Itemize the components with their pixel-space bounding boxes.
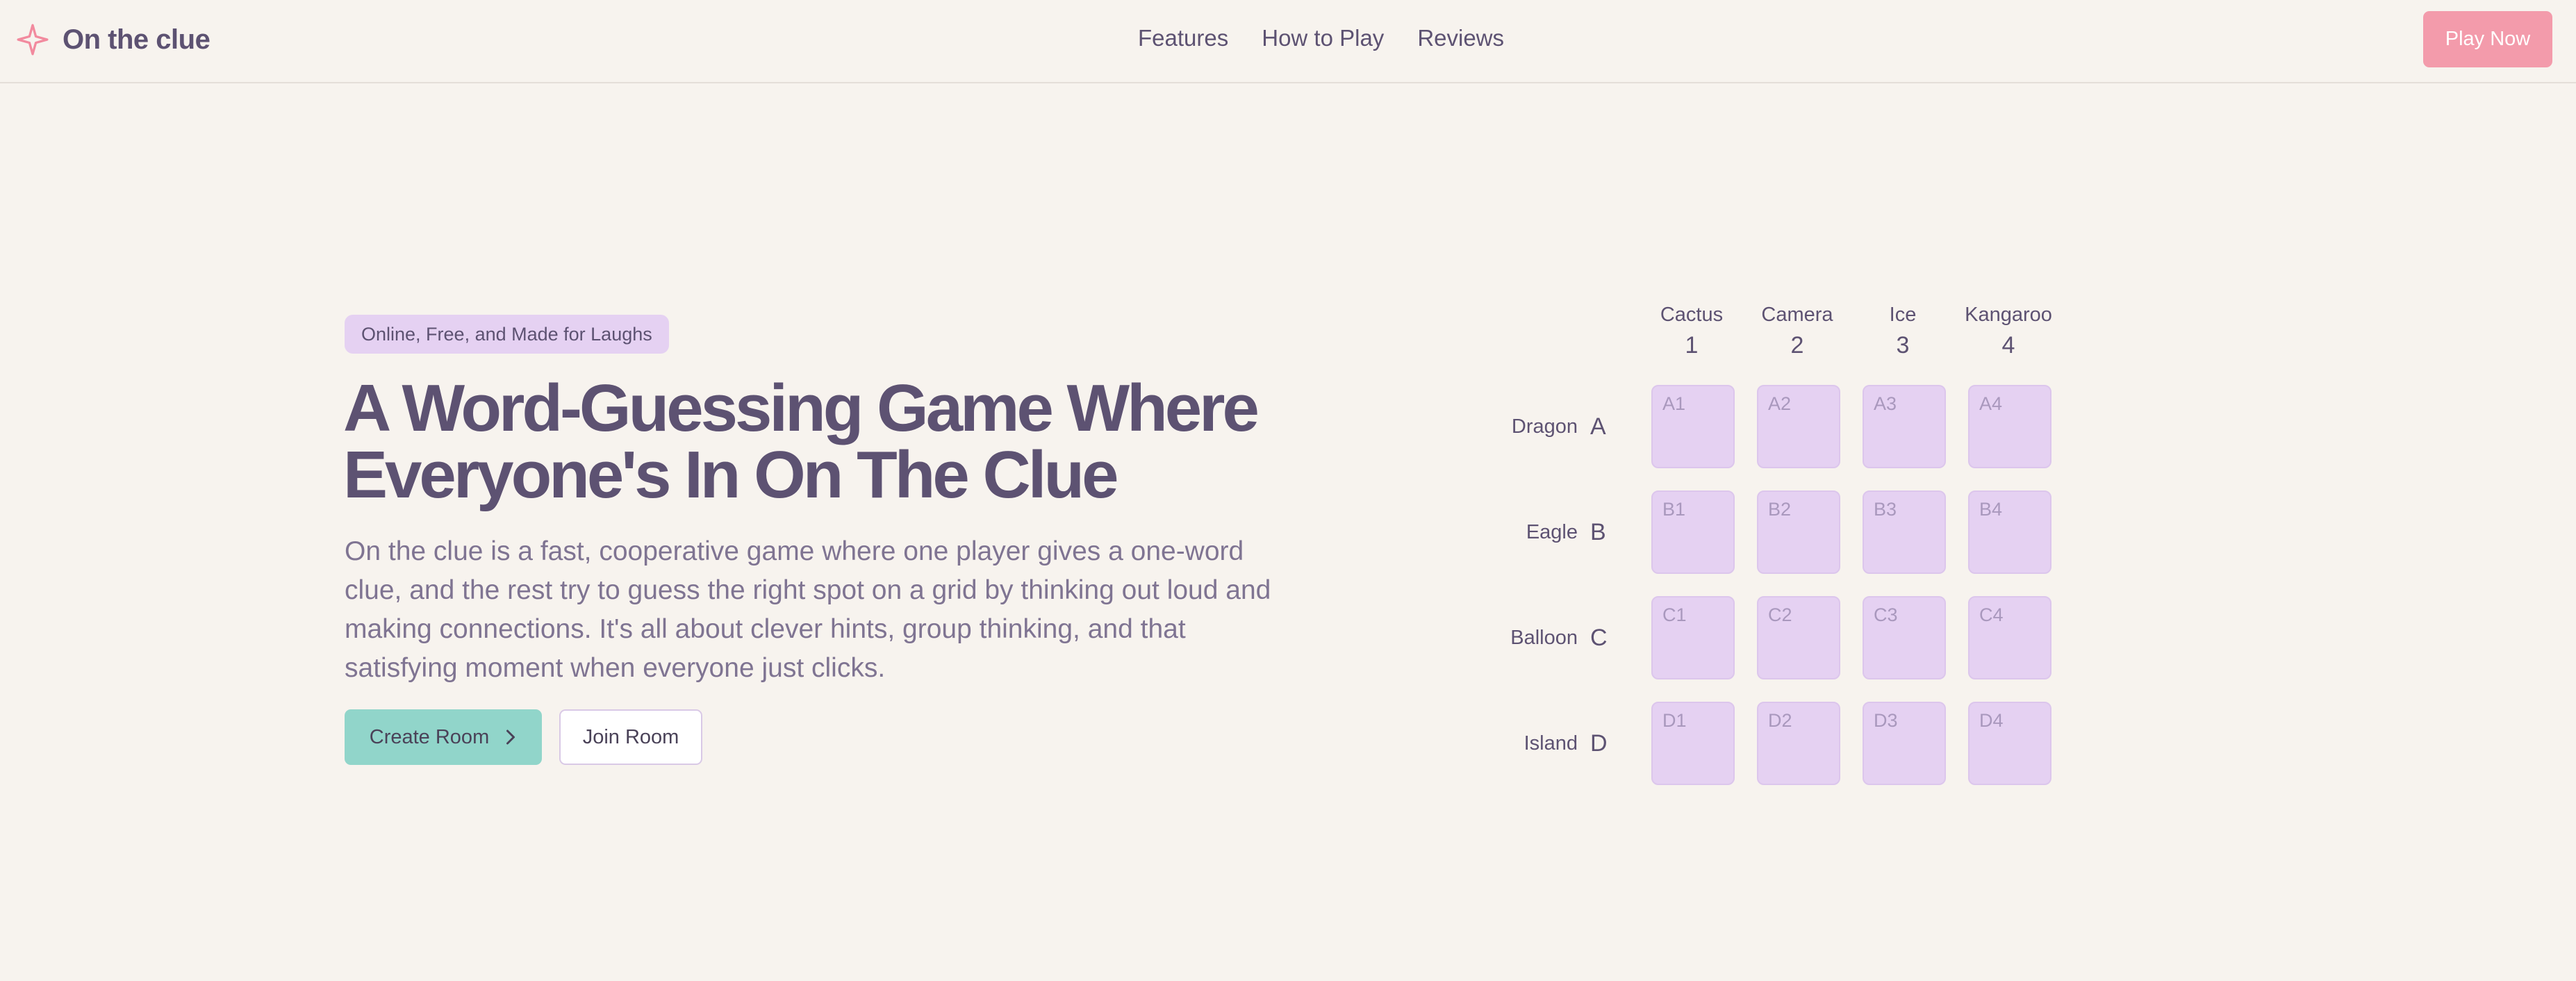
column-number: 3 [1896,332,1910,358]
create-room-label: Create Room [369,725,490,748]
row-header-a: Dragon A [1508,385,1608,468]
grid-cell-c3[interactable]: C3 [1863,596,1946,679]
cell-label: B1 [1662,499,1686,520]
word-grid: Cactus 1 Camera 2 Ice 3 Kangaroo 4 Drago… [1508,300,2063,786]
column-header-1: Cactus 1 [1646,300,1737,361]
cell-label: A1 [1662,393,1686,414]
hero-title-line-2: Everyone's In On The Clue [343,438,1118,512]
tagline-badge: Online, Free, and Made for Laughs [345,315,669,354]
row-letter: D [1590,729,1608,757]
row-letter: B [1590,518,1606,545]
logo-text: On the clue [63,24,210,55]
cell-label: D2 [1768,710,1792,731]
column-word: Kangaroo [1965,304,2052,326]
grid-cell-b3[interactable]: B3 [1863,490,1946,574]
logo[interactable]: On the clue [15,21,210,58]
grid-cell-a4[interactable]: A4 [1968,385,2051,468]
grid-cell-b2[interactable]: B2 [1757,490,1840,574]
row-header-d: Island D [1508,702,1608,785]
row-word: Dragon [1511,415,1578,438]
column-number: 2 [1790,332,1804,358]
cell-label: A3 [1874,393,1897,414]
cell-label: B2 [1768,499,1792,520]
cell-label: D4 [1979,710,2004,731]
grid-cell-d4[interactable]: D4 [1968,702,2051,785]
cell-label: D1 [1662,710,1687,731]
grid-cell-b1[interactable]: B1 [1651,490,1735,574]
grid-cell-d2[interactable]: D2 [1757,702,1840,785]
cell-label: C2 [1768,604,1792,625]
row-word: Eagle [1526,520,1578,543]
nav-link-reviews[interactable]: Reviews [1417,25,1504,51]
join-room-button[interactable]: Join Room [559,709,702,765]
column-word: Cactus [1660,304,1724,326]
column-header-4: Kangaroo 4 [1963,300,2054,361]
row-word: Balloon [1510,626,1578,649]
row-letter: A [1590,413,1606,440]
cell-label: C4 [1979,604,2004,625]
grid-cell-c4[interactable]: C4 [1968,596,2051,679]
grid-cell-a3[interactable]: A3 [1863,385,1946,468]
hero-actions: Create Room Join Room [345,709,702,765]
nav-link-features[interactable]: Features [1138,25,1228,51]
hero-title: A Word-Guessing Game Where Everyone's In… [343,375,1316,509]
grid-cell-d3[interactable]: D3 [1863,702,1946,785]
cell-label: A4 [1979,393,2003,414]
row-header-b: Eagle B [1508,490,1608,574]
row-word: Island [1524,732,1578,755]
cell-label: B4 [1979,499,2003,520]
column-header-3: Ice 3 [1858,300,1948,361]
create-room-button[interactable]: Create Room [345,709,542,765]
cell-label: C3 [1874,604,1898,625]
column-word: Ice [1889,304,1917,326]
top-nav-bar: On the clue Features How to Play Reviews… [0,0,2576,83]
main-nav: Features How to Play Reviews [1138,25,1504,51]
hero-description: On the clue is a fast, cooperative game … [345,536,1271,683]
sparkle-icon [17,24,49,56]
grid-cell-c2[interactable]: C2 [1757,596,1840,679]
grid-cell-b4[interactable]: B4 [1968,490,2051,574]
grid-cell-d1[interactable]: D1 [1651,702,1735,785]
nav-link-how-to-play[interactable]: How to Play [1262,25,1384,51]
row-letter: C [1590,624,1608,651]
grid-cell-a1[interactable]: A1 [1651,385,1735,468]
column-word: Camera [1761,304,1833,326]
grid-cell-a2[interactable]: A2 [1757,385,1840,468]
column-header-2: Camera 2 [1752,300,1842,361]
play-now-button[interactable]: Play Now [2423,11,2552,67]
column-number: 4 [2001,332,2015,358]
chevron-right-icon [506,729,515,745]
column-number: 1 [1685,332,1699,358]
cell-label: B3 [1874,499,1897,520]
cell-label: D3 [1874,710,1898,731]
cell-label: C1 [1662,604,1687,625]
row-header-c: Balloon C [1508,596,1608,679]
cell-label: A2 [1768,393,1792,414]
hero-title-line-1: A Word-Guessing Game Where [343,371,1260,445]
grid-cell-c1[interactable]: C1 [1651,596,1735,679]
